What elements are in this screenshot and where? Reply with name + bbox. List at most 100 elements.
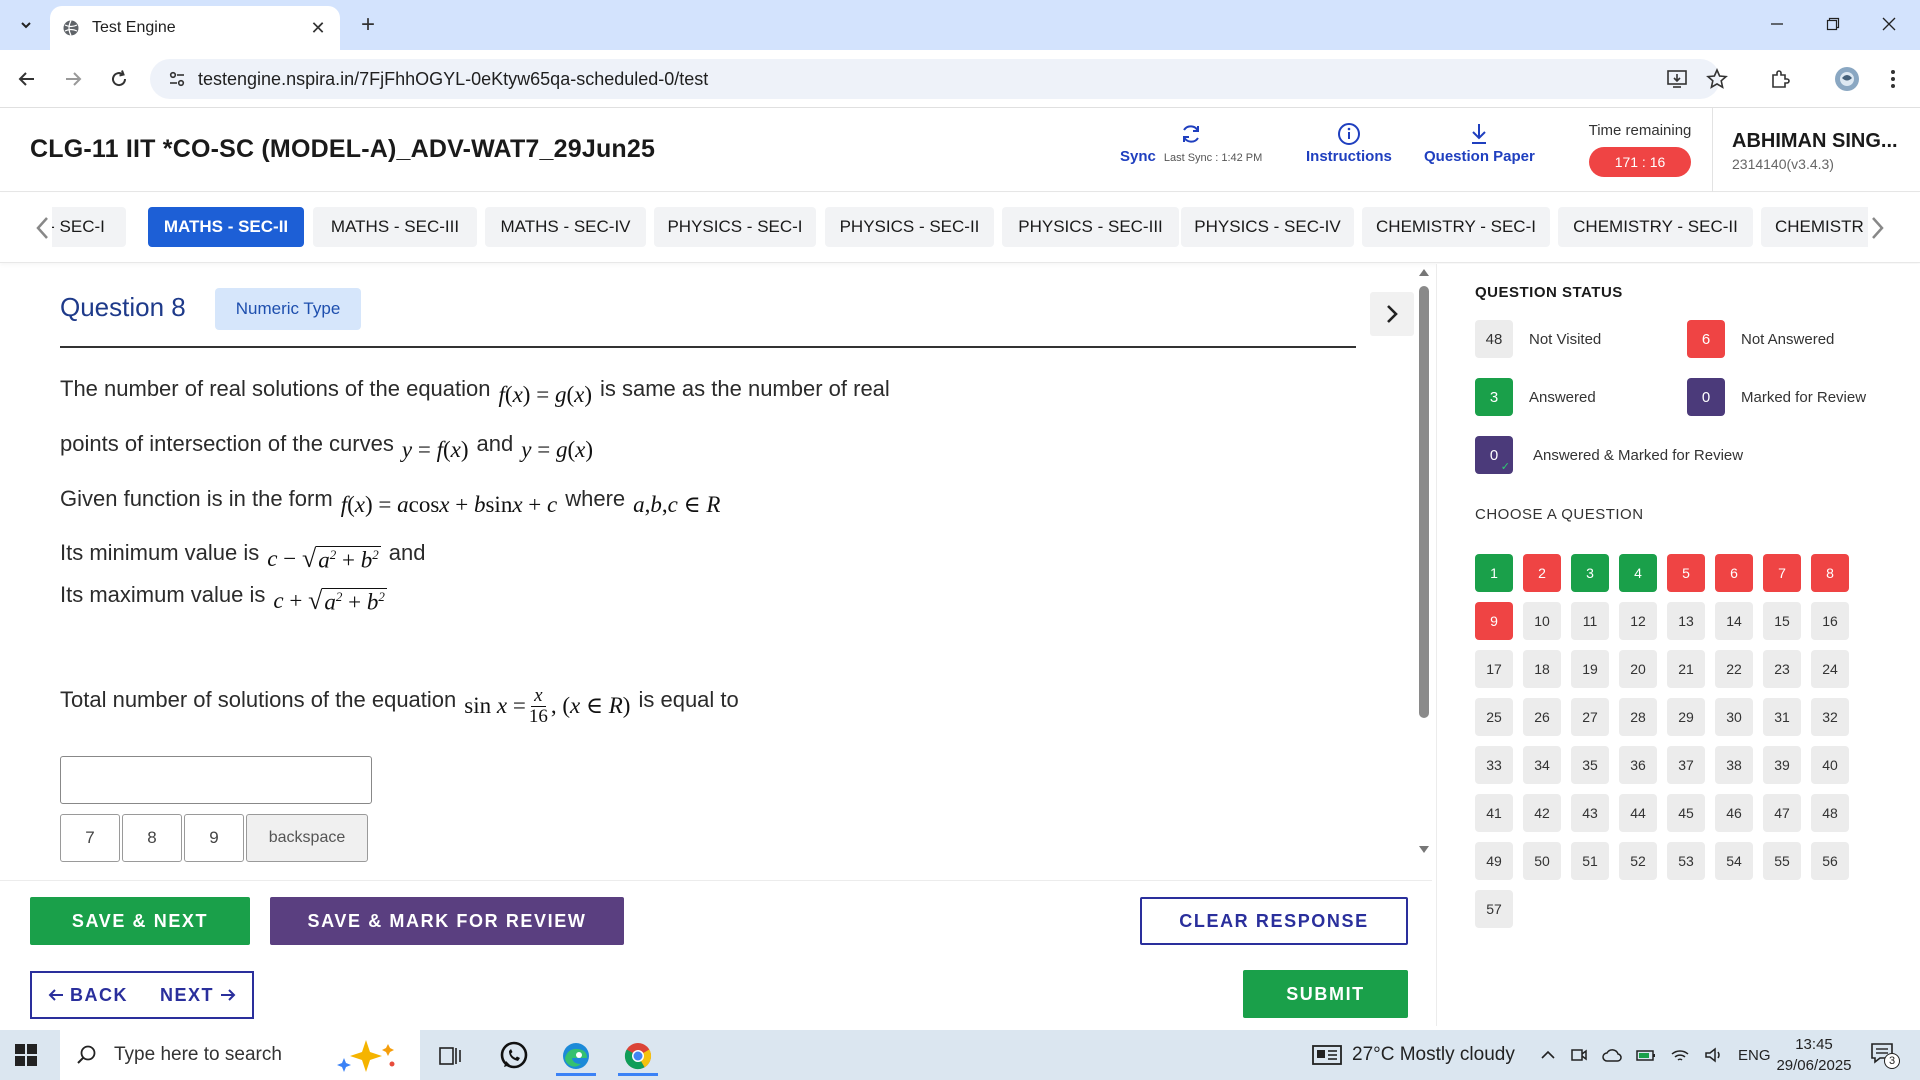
question-button-4[interactable]: 4 <box>1619 554 1657 592</box>
question-button-34[interactable]: 34 <box>1523 746 1561 784</box>
question-button-12[interactable]: 12 <box>1619 602 1657 640</box>
tab-section-1[interactable]: MATHS - SEC-II <box>148 207 304 247</box>
edge-app[interactable] <box>556 1036 596 1076</box>
keypad-backspace[interactable]: backspace <box>246 814 368 862</box>
submit-button[interactable]: SUBMIT <box>1243 970 1408 1018</box>
question-button-22[interactable]: 22 <box>1715 650 1753 688</box>
question-button-8[interactable]: 8 <box>1811 554 1849 592</box>
instructions-button[interactable]: Instructions <box>1306 120 1392 165</box>
question-button-41[interactable]: 41 <box>1475 794 1513 832</box>
tab-section-10[interactable]: CHEMISTR <box>1761 207 1868 247</box>
chevron-up-icon[interactable] <box>1540 1047 1556 1063</box>
question-button-51[interactable]: 51 <box>1571 842 1609 880</box>
keypad-key-7[interactable]: 7 <box>60 814 120 862</box>
question-button-43[interactable]: 43 <box>1571 794 1609 832</box>
wifi-icon[interactable] <box>1670 1046 1690 1064</box>
question-button-50[interactable]: 50 <box>1523 842 1561 880</box>
scroll-down-icon[interactable] <box>1419 846 1429 854</box>
question-button-25[interactable]: 25 <box>1475 698 1513 736</box>
numeric-answer-input[interactable] <box>60 756 372 804</box>
clear-response-button[interactable]: CLEAR RESPONSE <box>1140 897 1408 945</box>
question-button-40[interactable]: 40 <box>1811 746 1849 784</box>
sections-scroll-left[interactable] <box>32 213 52 243</box>
question-button-17[interactable]: 17 <box>1475 650 1513 688</box>
question-button-20[interactable]: 20 <box>1619 650 1657 688</box>
question-button-49[interactable]: 49 <box>1475 842 1513 880</box>
question-button-44[interactable]: 44 <box>1619 794 1657 832</box>
windows-start-icon[interactable] <box>14 1043 38 1067</box>
tab-section-0[interactable]: S - SEC-I <box>52 207 126 247</box>
chrome-app[interactable] <box>618 1036 658 1076</box>
question-button-36[interactable]: 36 <box>1619 746 1657 784</box>
task-view-button[interactable] <box>430 1036 470 1076</box>
question-button-5[interactable]: 5 <box>1667 554 1705 592</box>
question-button-14[interactable]: 14 <box>1715 602 1753 640</box>
tab-section-3[interactable]: MATHS - SEC-IV <box>485 207 646 247</box>
question-paper-button[interactable]: Question Paper <box>1424 120 1535 165</box>
cloud-icon[interactable] <box>1602 1046 1622 1064</box>
question-button-7[interactable]: 7 <box>1763 554 1801 592</box>
next-question-arrow[interactable] <box>1370 292 1414 336</box>
browser-menu-button[interactable] <box>1878 64 1908 94</box>
question-button-18[interactable]: 18 <box>1523 650 1561 688</box>
back-nav-button[interactable] <box>12 64 42 94</box>
forward-nav-button[interactable] <box>58 64 88 94</box>
notification-button[interactable]: 3 <box>1870 1042 1900 1070</box>
save-next-button[interactable]: SAVE & NEXT <box>30 897 250 945</box>
question-button-15[interactable]: 15 <box>1763 602 1801 640</box>
question-button-38[interactable]: 38 <box>1715 746 1753 784</box>
minimize-button[interactable] <box>1754 8 1800 40</box>
tab-section-4[interactable]: PHYSICS - SEC-I <box>654 207 816 247</box>
question-button-45[interactable]: 45 <box>1667 794 1705 832</box>
save-mark-review-button[interactable]: SAVE & MARK FOR REVIEW <box>270 897 624 945</box>
question-button-26[interactable]: 26 <box>1523 698 1561 736</box>
question-button-48[interactable]: 48 <box>1811 794 1849 832</box>
restore-button[interactable] <box>1810 8 1856 40</box>
question-button-19[interactable]: 19 <box>1571 650 1609 688</box>
window-close-button[interactable] <box>1866 8 1912 40</box>
question-button-57[interactable]: 57 <box>1475 890 1513 928</box>
site-settings-icon[interactable] <box>168 70 186 88</box>
browser-tab[interactable]: Test Engine ✕ <box>50 6 340 50</box>
question-button-13[interactable]: 13 <box>1667 602 1705 640</box>
question-button-42[interactable]: 42 <box>1523 794 1561 832</box>
question-button-9[interactable]: 9 <box>1475 602 1513 640</box>
question-button-3[interactable]: 3 <box>1571 554 1609 592</box>
extensions-button[interactable] <box>1765 64 1795 94</box>
whatsapp-app[interactable] <box>494 1036 534 1076</box>
question-button-46[interactable]: 46 <box>1715 794 1753 832</box>
keypad-key-8[interactable]: 8 <box>122 814 182 862</box>
question-button-33[interactable]: 33 <box>1475 746 1513 784</box>
profile-button[interactable] <box>1832 64 1862 94</box>
question-button-54[interactable]: 54 <box>1715 842 1753 880</box>
question-button-27[interactable]: 27 <box>1571 698 1609 736</box>
question-button-11[interactable]: 11 <box>1571 602 1609 640</box>
question-button-30[interactable]: 30 <box>1715 698 1753 736</box>
question-button-39[interactable]: 39 <box>1763 746 1801 784</box>
question-scrollbar[interactable] <box>1414 264 1434 864</box>
keypad-key-9[interactable]: 9 <box>184 814 244 862</box>
back-button[interactable]: BACK <box>48 985 128 1006</box>
clock[interactable]: 13:45 29/06/2025 <box>1764 1034 1864 1076</box>
question-button-31[interactable]: 31 <box>1763 698 1801 736</box>
question-button-10[interactable]: 10 <box>1523 602 1561 640</box>
question-button-32[interactable]: 32 <box>1811 698 1849 736</box>
address-bar[interactable]: testengine.nspira.in/7FjFhhOGYL-0eKtyw65… <box>150 59 1720 99</box>
install-app-button[interactable] <box>1662 64 1692 94</box>
sections-scroll-right[interactable] <box>1868 213 1888 243</box>
scroll-up-icon[interactable] <box>1419 268 1429 276</box>
taskbar-search[interactable]: Type here to search <box>60 1030 420 1080</box>
meet-now-icon[interactable] <box>1570 1046 1588 1064</box>
question-button-24[interactable]: 24 <box>1811 650 1849 688</box>
next-button[interactable]: NEXT <box>160 985 236 1006</box>
question-button-29[interactable]: 29 <box>1667 698 1705 736</box>
question-button-23[interactable]: 23 <box>1763 650 1801 688</box>
question-button-52[interactable]: 52 <box>1619 842 1657 880</box>
question-button-47[interactable]: 47 <box>1763 794 1801 832</box>
tab-section-2[interactable]: MATHS - SEC-III <box>313 207 477 247</box>
scroll-thumb[interactable] <box>1419 286 1429 718</box>
tab-section-7[interactable]: PHYSICS - SEC-IV <box>1181 207 1354 247</box>
question-button-56[interactable]: 56 <box>1811 842 1849 880</box>
tab-section-6[interactable]: PHYSICS - SEC-III <box>1002 207 1179 247</box>
question-button-55[interactable]: 55 <box>1763 842 1801 880</box>
